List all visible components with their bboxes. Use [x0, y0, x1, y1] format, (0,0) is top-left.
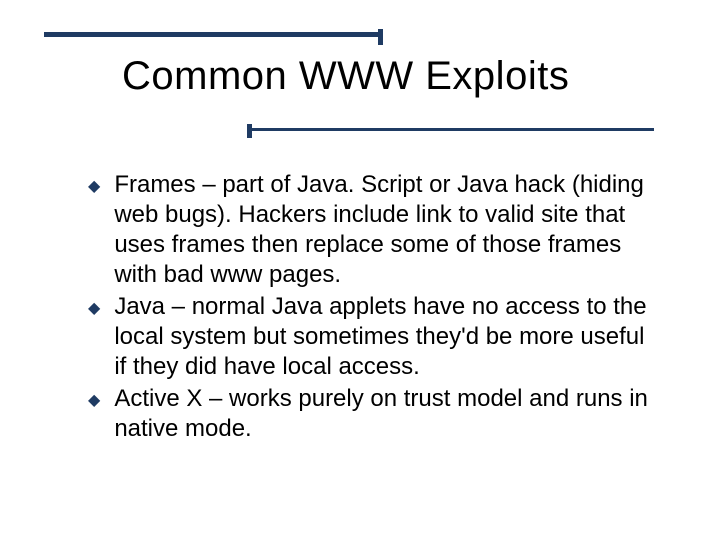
list-item: ◆ Java – normal Java applets have no acc…: [88, 292, 660, 382]
slide-title: Common WWW Exploits: [122, 54, 569, 99]
list-item-text: Java – normal Java applets have no acces…: [114, 292, 660, 382]
mid-rule-tick: [247, 124, 252, 138]
list-item-text: Frames – part of Java. Script or Java ha…: [114, 170, 660, 290]
list-item: ◆ Frames – part of Java. Script or Java …: [88, 170, 660, 290]
list-item: ◆ Active X – works purely on trust model…: [88, 384, 660, 444]
slide-body: ◆ Frames – part of Java. Script or Java …: [88, 170, 660, 446]
list-item-text: Active X – works purely on trust model a…: [114, 384, 660, 444]
top-rule-tick: [378, 29, 383, 45]
diamond-bullet-icon: ◆: [88, 172, 100, 202]
diamond-bullet-icon: ◆: [88, 294, 100, 324]
diamond-bullet-icon: ◆: [88, 386, 100, 416]
slide: Common WWW Exploits ◆ Frames – part of J…: [0, 0, 720, 540]
top-rule-decoration: [44, 32, 380, 37]
mid-rule-decoration: [252, 128, 654, 131]
